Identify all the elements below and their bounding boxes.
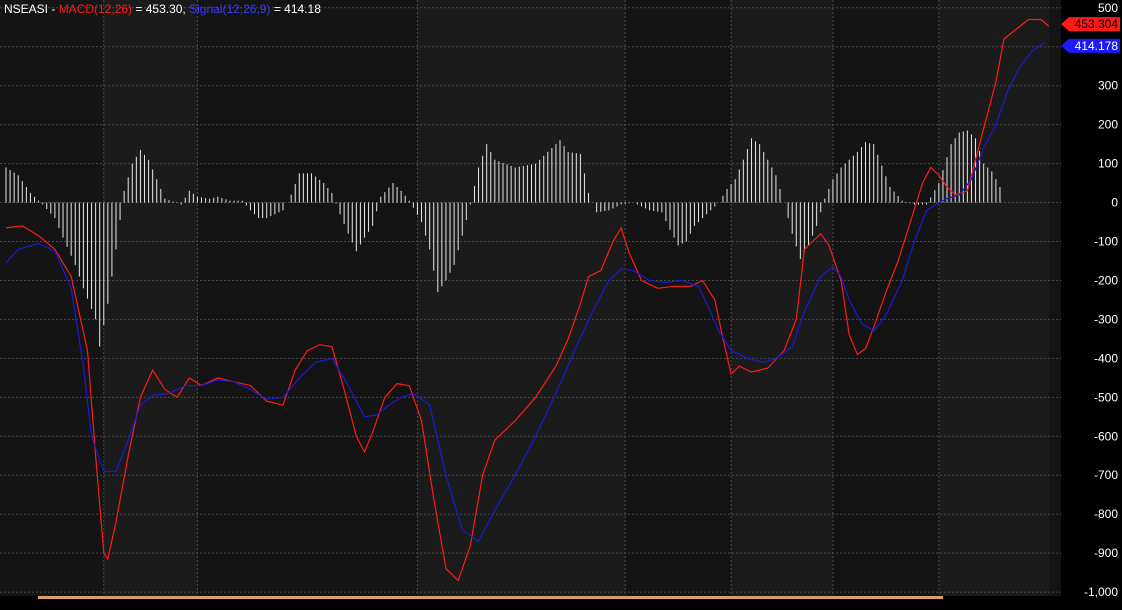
y-tick-label: -400 <box>1094 351 1118 365</box>
plot-background <box>0 0 1061 596</box>
macd-chart: 5004003002001000-100-200-300-400-500-600… <box>0 0 1122 610</box>
signal-price-tag: 414.178 <box>1075 39 1119 53</box>
y-tick-label: 300 <box>1098 79 1118 93</box>
chart-header: NSEASI - MACD(12,26) = 453.30, Signal(12… <box>4 2 321 16</box>
y-tick-label: -100 <box>1094 235 1118 249</box>
y-tick-label: -600 <box>1094 429 1118 443</box>
y-tick-label: -900 <box>1094 546 1118 560</box>
svg-text:NSEASI - MACD(12,26) = 453.30,: NSEASI - MACD(12,26) = 453.30, Signal(12… <box>4 2 321 16</box>
macd-legend-label: MACD(12,26) <box>59 2 132 16</box>
macd-price-tag: 453.304 <box>1075 17 1119 31</box>
macd-value: = 453.30, <box>132 2 189 16</box>
y-tick-label: -700 <box>1094 468 1118 482</box>
signal-legend-label: Signal(12,26,9) <box>189 2 270 16</box>
header-separator: - <box>48 2 59 16</box>
y-tick-label: -1,000 <box>1084 585 1118 599</box>
y-tick-label: -300 <box>1094 312 1118 326</box>
y-tick-label: -800 <box>1094 507 1118 521</box>
y-axis: 5004003002001000-100-200-300-400-500-600… <box>1061 0 1122 610</box>
shade-band <box>417 0 626 596</box>
bottom-strip <box>38 596 943 599</box>
signal-value: = 414.18 <box>270 2 321 16</box>
y-tick-label: 500 <box>1098 1 1118 15</box>
shade-band <box>103 0 198 596</box>
y-tick-label: 200 <box>1098 118 1118 132</box>
y-tick-label: -500 <box>1094 390 1118 404</box>
y-tick-label: -200 <box>1094 273 1118 287</box>
y-tick-label: 100 <box>1098 157 1118 171</box>
symbol-label: NSEASI <box>4 2 48 16</box>
y-tick-label: 0 <box>1111 196 1118 210</box>
shade-band <box>731 0 833 596</box>
